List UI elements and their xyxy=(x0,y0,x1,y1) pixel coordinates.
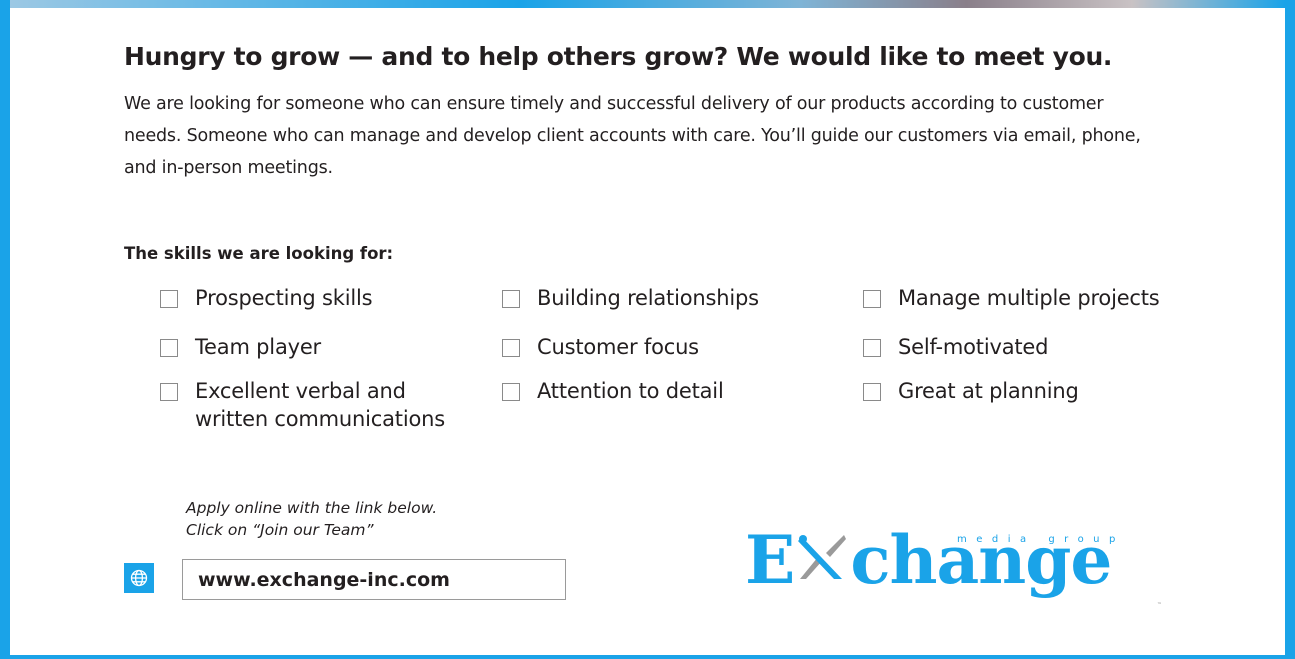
checkbox[interactable] xyxy=(502,290,520,308)
skills-heading: The skills we are looking for: xyxy=(124,244,394,263)
skill-label-line2: written communications xyxy=(195,407,445,431)
skill-item[interactable]: Prospecting skills xyxy=(160,284,373,312)
checkbox[interactable] xyxy=(160,290,178,308)
checkbox[interactable] xyxy=(160,339,178,357)
apply-line-1: Apply online with the link below. xyxy=(186,499,438,517)
skill-item[interactable]: Building relationships xyxy=(502,284,759,312)
apply-line-2: Click on “Join our Team” xyxy=(186,521,374,539)
logo-letter-e: E xyxy=(745,521,795,599)
checkbox[interactable] xyxy=(863,339,881,357)
logo-tagline: media group xyxy=(957,534,1125,545)
skill-item[interactable]: Excellent verbal and written communicati… xyxy=(160,377,445,433)
checkbox[interactable] xyxy=(502,339,520,357)
headline: Hungry to grow — and to help others grow… xyxy=(124,42,1113,71)
website-link[interactable]: www.exchange-inc.com xyxy=(182,559,566,600)
intro-paragraph: We are looking for someone who can ensur… xyxy=(124,94,1141,178)
skill-label: Excellent verbal and xyxy=(195,379,406,403)
skill-label: Attention to detail xyxy=(537,379,724,403)
skill-item[interactable]: Great at planning xyxy=(863,377,1079,405)
globe-icon xyxy=(124,563,154,593)
apply-instructions: Apply online with the link below. Click … xyxy=(186,497,437,541)
skill-label: Building relationships xyxy=(537,286,759,310)
skill-item[interactable]: Customer focus xyxy=(502,333,699,361)
logo-text-rest: change xyxy=(850,521,1112,599)
skills-checklist: Prospecting skills Building relationship… xyxy=(160,284,1280,444)
skill-label: Prospecting skills xyxy=(195,286,373,310)
logo-x-figure-icon xyxy=(796,520,848,579)
logo-wordmark: E change xyxy=(745,520,1112,600)
checkbox[interactable] xyxy=(160,383,178,401)
skill-label: Team player xyxy=(195,335,321,359)
skill-label: Manage multiple projects xyxy=(898,286,1160,310)
checkbox[interactable] xyxy=(863,383,881,401)
skill-item[interactable]: Attention to detail xyxy=(502,377,724,405)
top-photo-strip xyxy=(10,0,1285,8)
skill-label: Customer focus xyxy=(537,335,699,359)
checkbox[interactable] xyxy=(502,383,520,401)
skill-item[interactable]: Manage multiple projects xyxy=(863,284,1160,312)
skill-item[interactable]: Team player xyxy=(160,333,321,361)
checkbox[interactable] xyxy=(863,290,881,308)
skill-label: Great at planning xyxy=(898,379,1079,403)
skill-item[interactable]: Self-motivated xyxy=(863,333,1048,361)
skill-label: Self-motivated xyxy=(898,335,1049,359)
skill-label-multiline: Excellent verbal and written communicati… xyxy=(195,377,445,433)
logo-trademark: ™ xyxy=(1157,602,1162,608)
exchange-logo: E change media group ™ xyxy=(745,520,1175,615)
